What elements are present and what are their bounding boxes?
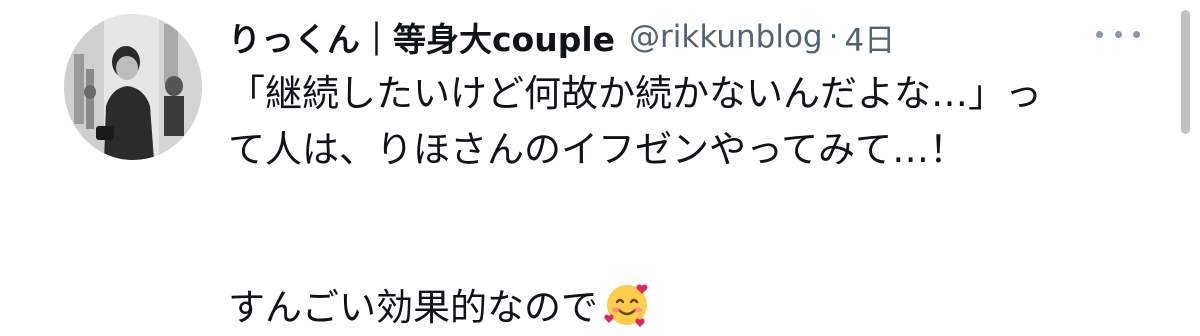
avatar-photo <box>64 14 202 160</box>
tweet-text-line: 「継続したいけど何故か続かないんだよな…」っ <box>228 72 1042 115</box>
more-horizontal-icon <box>1096 30 1103 38</box>
avatar[interactable] <box>64 14 202 160</box>
smiling-face-with-hearts-emoji <box>604 284 648 327</box>
tweet-text: 「継続したいけど何故か続かないんだよな…」っ て人は、りほさんのイフゼンやってみ… <box>228 66 1158 336</box>
display-name[interactable]: りっくん｜等身大couple <box>228 13 615 61</box>
handle[interactable]: @rikkunblog <box>629 19 823 55</box>
timestamp[interactable]: 4日 <box>844 15 895 60</box>
tweet[interactable]: りっくん｜等身大couple @rikkunblog · 4日 「継続したいけど… <box>0 0 1200 329</box>
separator-dot: · <box>828 19 839 55</box>
tweet-header: りっくん｜等身大couple @rikkunblog · 4日 <box>228 12 895 62</box>
more-options-button[interactable] <box>1096 22 1140 46</box>
more-horizontal-icon-dot <box>1114 30 1122 38</box>
tweet-text-line: て人は、りほさんのイフゼンやってみて…！ <box>228 128 967 171</box>
more-horizontal-icon-dot <box>1133 30 1140 38</box>
tweet-text-segment: すんごい効果的なので <box>228 286 598 329</box>
scrollbar-thumb[interactable] <box>1181 10 1190 134</box>
